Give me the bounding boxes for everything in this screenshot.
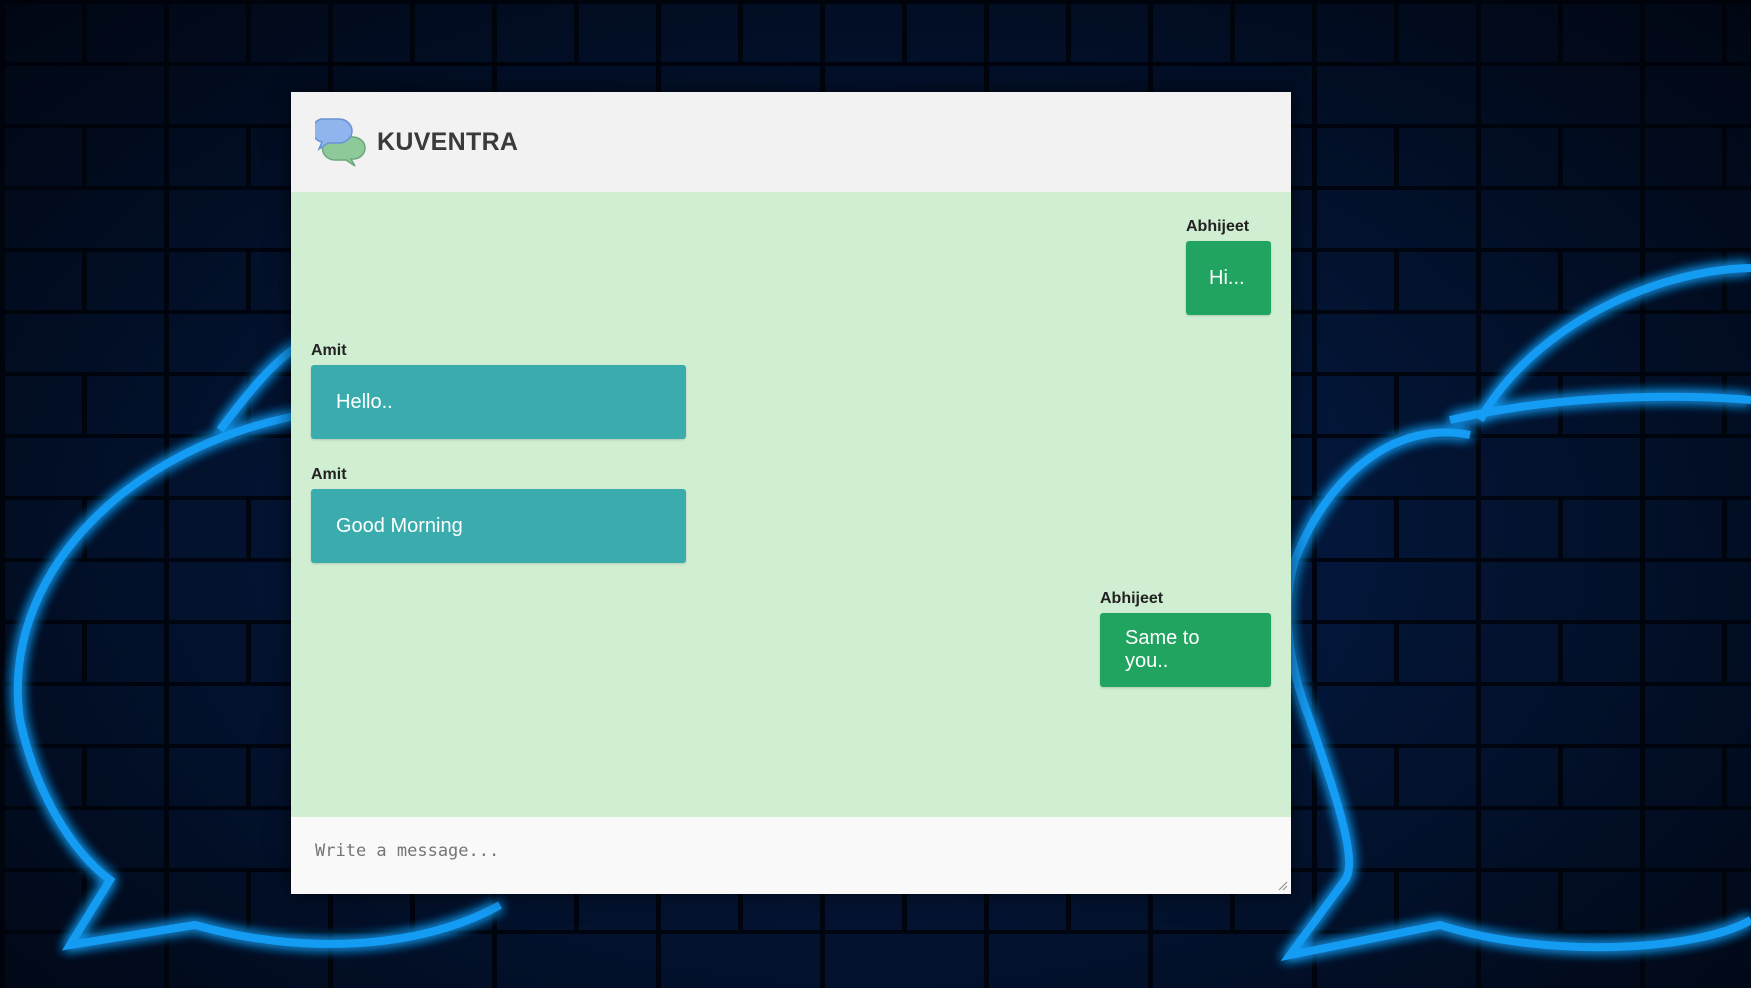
message-item: Amit Good Morning: [311, 466, 686, 563]
chat-bubbles-icon: [311, 117, 367, 167]
message-author: Abhijeet: [1100, 590, 1164, 607]
message-author: Amit: [311, 466, 347, 483]
resize-grip-icon[interactable]: [1278, 881, 1288, 891]
chat-window: KUVENTRA Abhijeet Hi... Amit Hello.. Ami…: [291, 92, 1291, 894]
message-item: Abhijeet Same to you..: [1100, 590, 1271, 687]
app-brand-title: KUVENTRA: [377, 127, 519, 156]
message-item: Amit Hello..: [311, 342, 686, 439]
message-bubble: Same to you..: [1100, 613, 1271, 687]
message-bubble: Hi...: [1186, 241, 1271, 315]
message-author: Abhijeet: [1186, 218, 1250, 235]
message-list: Abhijeet Hi... Amit Hello.. Amit Good Mo…: [291, 192, 1291, 817]
message-input[interactable]: [291, 817, 1291, 894]
message-item: Abhijeet Hi...: [1186, 218, 1271, 315]
message-author: Amit: [311, 342, 347, 359]
chat-header: KUVENTRA: [291, 92, 1291, 192]
message-composer: [291, 817, 1291, 894]
message-bubble: Hello..: [311, 365, 686, 439]
message-bubble: Good Morning: [311, 489, 686, 563]
